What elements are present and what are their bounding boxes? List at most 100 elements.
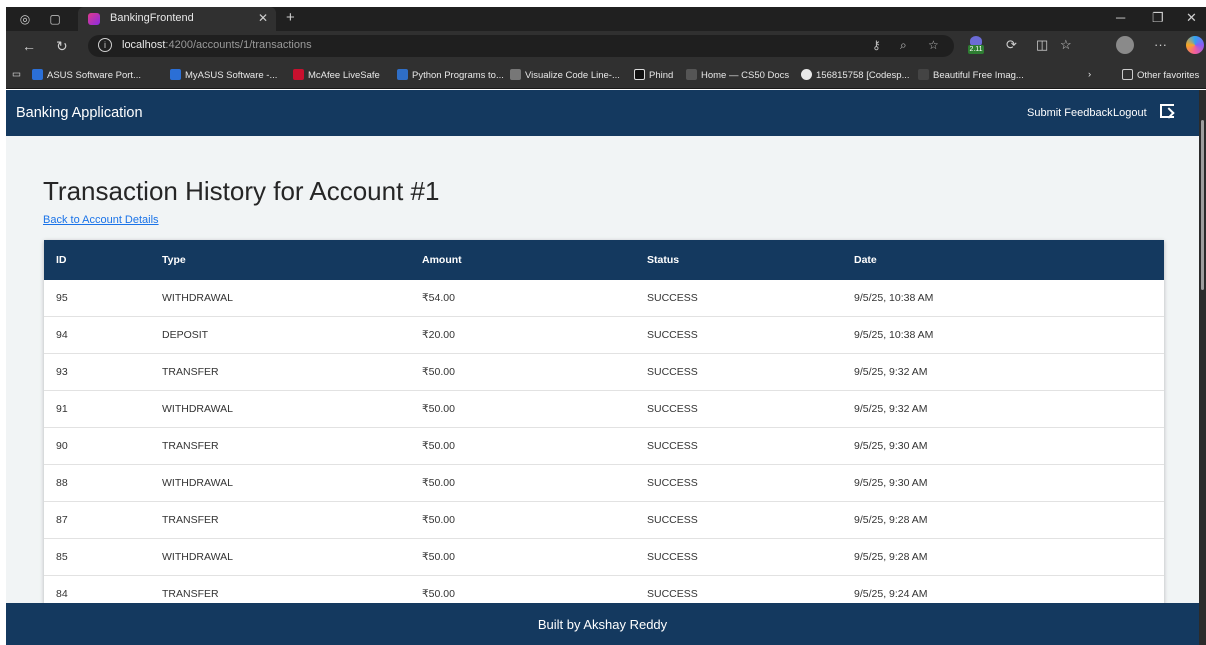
table-header: ID Type Amount Status Date (44, 240, 1164, 280)
bookmark-cs50-docs[interactable]: Home — CS50 Docs (686, 69, 789, 81)
url-field[interactable]: i localhost:4200/accounts/1/transactions… (88, 35, 954, 57)
cell-status: SUCCESS (647, 588, 698, 600)
transactions-table: ID Type Amount Status Date 95 WITHDRAWAL… (44, 240, 1164, 645)
restore-icon[interactable]: ❐ (1152, 10, 1164, 26)
bookmark-visualize-code[interactable]: Visualize Code Line-... (510, 69, 620, 81)
cell-type: TRANSFER (162, 440, 219, 452)
app-brand[interactable]: Banking Application (16, 105, 143, 121)
tab-banking-frontend[interactable]: BankingFrontend ✕ (78, 7, 276, 31)
collections-icon[interactable]: ☆ (1060, 37, 1072, 53)
cell-status: SUCCESS (647, 366, 698, 378)
sidebar-toggle-icon[interactable]: ▭ (12, 69, 21, 80)
new-tab-icon[interactable]: + (286, 9, 295, 26)
footer-credit: Built by Akshay Reddy (537, 617, 668, 632)
github-icon (801, 69, 812, 80)
close-tab-icon[interactable]: ✕ (258, 11, 268, 25)
workspaces-icon[interactable]: ◎ (16, 10, 34, 28)
cell-id: 93 (56, 366, 68, 378)
extensions-puzzle-icon[interactable]: ⟳ (1006, 37, 1017, 53)
bookmark-myasus[interactable]: MyASUS Software -... (170, 69, 277, 81)
cell-date: 9/5/25, 9:30 AM (854, 477, 928, 489)
column-header-date: Date (854, 254, 877, 266)
bookmark-python-programs[interactable]: Python Programs to... (397, 69, 504, 81)
tab-strip: ◎ ▢ BankingFrontend ✕ + ─ ❐ ✕ (6, 7, 1206, 31)
app-footer: Built by Akshay Reddy (6, 603, 1199, 645)
profile-avatar[interactable] (1116, 36, 1134, 54)
cell-type: TRANSFER (162, 588, 219, 600)
minimize-icon[interactable]: ─ (1116, 10, 1125, 25)
app-favicon-icon (88, 13, 100, 25)
tab-title: BankingFrontend (110, 12, 194, 24)
asus-icon (170, 69, 181, 80)
column-header-type: Type (162, 254, 186, 266)
password-key-icon[interactable]: ⚷ (872, 38, 881, 52)
cell-date: 9/5/25, 10:38 AM (854, 329, 934, 341)
close-window-icon[interactable]: ✕ (1186, 10, 1197, 26)
address-bar: ← ↻ i localhost:4200/accounts/1/transact… (6, 31, 1206, 61)
page-title: Transaction History for Account #1 (43, 176, 440, 206)
bookmark-asus-software[interactable]: ASUS Software Port... (32, 69, 141, 81)
table-row: 87 TRANSFER ₹50.00 SUCCESS 9/5/25, 9:28 … (44, 502, 1164, 539)
more-menu-icon[interactable]: ··· (1154, 37, 1167, 52)
split-screen-icon[interactable]: ◫ (1036, 37, 1048, 53)
bookmark-free-images[interactable]: Beautiful Free Imag... (918, 69, 1024, 81)
cell-id: 94 (56, 329, 68, 341)
visualize-icon (510, 69, 521, 80)
cell-date: 9/5/25, 9:32 AM (854, 366, 928, 378)
cell-amount: ₹20.00 (422, 329, 455, 341)
chevron-right-icon[interactable]: › (1088, 69, 1091, 80)
cell-amount: ₹50.00 (422, 403, 455, 415)
cell-amount: ₹50.00 (422, 588, 455, 600)
cell-amount: ₹50.00 (422, 477, 455, 489)
other-favorites[interactable]: Other favorites (1122, 69, 1199, 81)
cell-date: 9/5/25, 9:28 AM (854, 514, 928, 526)
cell-date: 9/5/25, 9:30 AM (854, 440, 928, 452)
bookmarks-bar: ▭ ASUS Software Port... MyASUS Software … (6, 61, 1206, 89)
copilot-icon[interactable] (1186, 36, 1204, 54)
scrollbar-thumb[interactable] (1201, 120, 1204, 290)
zoom-icon[interactable]: ⌕ (900, 38, 907, 53)
cell-id: 90 (56, 440, 68, 452)
cell-status: SUCCESS (647, 292, 698, 304)
cell-date: 9/5/25, 10:38 AM (854, 292, 934, 304)
bookmark-mcafee[interactable]: McAfee LiveSafe (293, 69, 380, 81)
cell-id: 91 (56, 403, 68, 415)
cell-type: WITHDRAWAL (162, 292, 233, 304)
bookmark-phind[interactable]: Phind (634, 69, 673, 81)
back-to-account-link[interactable]: Back to Account Details (43, 214, 159, 226)
favorite-star-icon[interactable]: ☆ (928, 38, 939, 52)
submit-feedback-link[interactable]: Submit Feedback (1027, 107, 1113, 119)
logout-icon[interactable] (1160, 104, 1174, 118)
browser-window: ◎ ▢ BankingFrontend ✕ + ─ ❐ ✕ ← ↻ i loca… (0, 0, 1206, 645)
bookmark-codesp[interactable]: 156815758 [Codesp... (801, 69, 910, 81)
cell-amount: ₹50.00 (422, 551, 455, 563)
table-row: 93 TRANSFER ₹50.00 SUCCESS 9/5/25, 9:32 … (44, 354, 1164, 391)
column-header-status: Status (647, 254, 680, 266)
back-icon[interactable]: ← (22, 38, 36, 54)
phind-icon (634, 69, 645, 80)
tab-actions-icon[interactable]: ▢ (46, 10, 64, 28)
column-header-id: ID (56, 254, 67, 266)
table-row: 88 WITHDRAWAL ₹50.00 SUCCESS 9/5/25, 9:3… (44, 465, 1164, 502)
asus-icon (32, 69, 43, 80)
cell-type: TRANSFER (162, 514, 219, 526)
cell-type: TRANSFER (162, 366, 219, 378)
cell-id: 95 (56, 292, 68, 304)
cell-type: DEPOSIT (162, 329, 209, 341)
cell-status: SUCCESS (647, 440, 698, 452)
table-row: 85 WITHDRAWAL ₹50.00 SUCCESS 9/5/25, 9:2… (44, 539, 1164, 576)
extension-icon[interactable]: 2.11 (968, 36, 984, 54)
site-info-icon[interactable]: i (98, 38, 112, 52)
logout-link[interactable]: Logout (1113, 107, 1147, 119)
cell-date: 9/5/25, 9:24 AM (854, 588, 928, 600)
cell-date: 9/5/25, 9:28 AM (854, 551, 928, 563)
table-row: 95 WITHDRAWAL ₹54.00 SUCCESS 9/5/25, 10:… (44, 280, 1164, 317)
cell-type: WITHDRAWAL (162, 477, 233, 489)
page-scrollbar[interactable] (1199, 90, 1206, 645)
cell-amount: ₹50.00 (422, 440, 455, 452)
docs-icon (686, 69, 697, 80)
folder-icon (1122, 69, 1133, 80)
cell-type: WITHDRAWAL (162, 403, 233, 415)
table-row: 94 DEPOSIT ₹20.00 SUCCESS 9/5/25, 10:38 … (44, 317, 1164, 354)
refresh-icon[interactable]: ↻ (56, 38, 68, 55)
